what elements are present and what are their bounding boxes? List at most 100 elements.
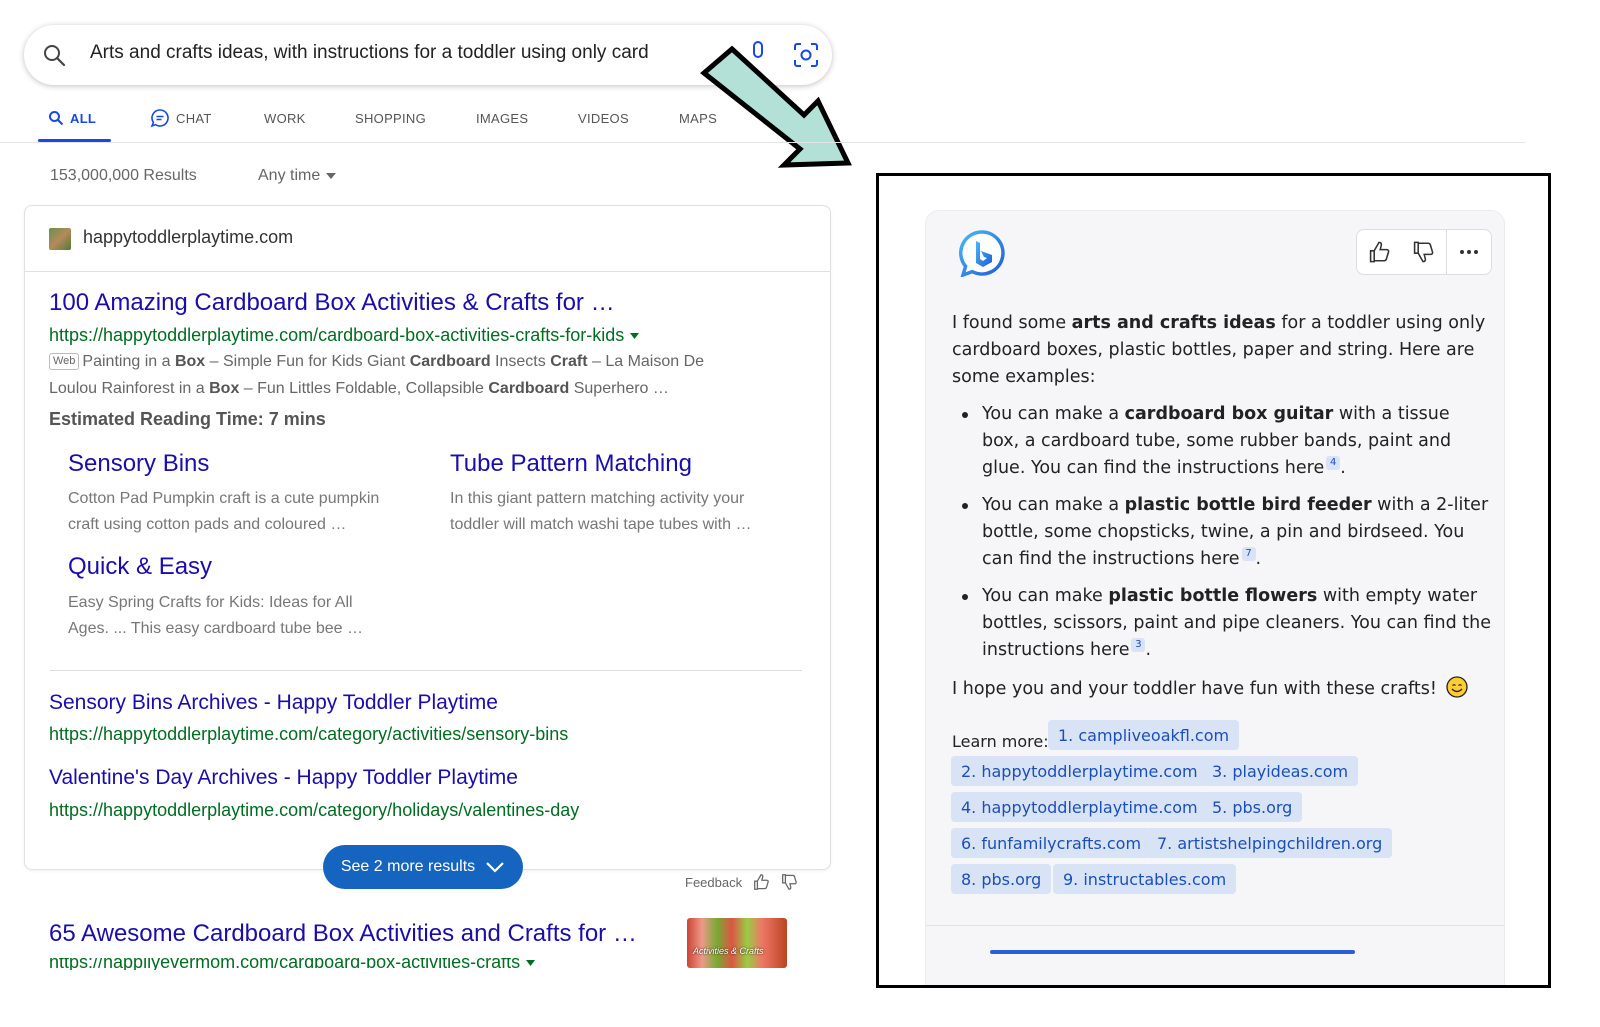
snippet-text: Superhero … xyxy=(569,380,669,397)
chat-text-bold: cardboard box guitar xyxy=(1124,404,1334,424)
deep-link-snippet: Easy Spring Crafts for Kids: Ideas for A… xyxy=(68,590,363,642)
result-url-text: https://happilyevermom.com/cardboard-box… xyxy=(49,958,521,970)
results-count: 153,000,000 Results xyxy=(50,167,197,184)
search-icon xyxy=(49,111,64,126)
snippet-text: Loulou Rainforest in a xyxy=(49,380,210,397)
chat-intro-paragraph: I found some arts and crafts ideas for a… xyxy=(952,310,1492,391)
time-filter-label: Any time xyxy=(258,167,321,184)
tab-label: CHAT xyxy=(176,110,212,126)
chat-outro: I hope you and your toddler have fun wit… xyxy=(952,676,1492,703)
tab-label: WORK xyxy=(264,110,306,126)
deep-link-snippet-line: craft using cotton pads and coloured … xyxy=(68,516,347,533)
citation-badge[interactable]: 7 xyxy=(1241,547,1256,561)
snippet-highlight: Cardboard xyxy=(488,380,570,397)
tab-maps[interactable]: MAPS xyxy=(679,108,717,128)
result-title-link[interactable]: 100 Amazing Cardboard Box Activities & C… xyxy=(49,289,615,317)
search-input[interactable]: Arts and crafts ideas, with instructions… xyxy=(90,42,690,64)
source-link[interactable]: 8. pbs.org xyxy=(951,864,1052,894)
result-title-link[interactable]: 65 Awesome Cardboard Box Activities and … xyxy=(49,920,637,948)
tab-all[interactable]: ALL xyxy=(48,108,96,128)
source-link[interactable]: 9. instructables.com xyxy=(1053,864,1237,894)
tab-shopping[interactable]: SHOPPING xyxy=(355,108,426,128)
deep-link-snippet: Cotton Pad Pumpkin craft is a cute pumpk… xyxy=(68,486,379,538)
chevron-down-icon xyxy=(486,862,504,873)
snippet-text: Insects xyxy=(490,353,551,370)
chat-suggestion-item: You can make a plastic bottle bird feede… xyxy=(952,492,1492,573)
caret-down-icon xyxy=(326,173,337,179)
tab-label: VIDEOS xyxy=(578,110,629,126)
sub-result-title-link[interactable]: Valentine's Day Archives - Happy Toddler… xyxy=(49,766,518,790)
chat-text-bold: plastic bottle flowers xyxy=(1108,586,1318,606)
tab-chat[interactable]: CHAT xyxy=(150,108,212,128)
source-link[interactable]: 2. happytoddlerplaytime.com xyxy=(951,756,1208,786)
chat-suggestion-list: You can make a cardboard box guitar with… xyxy=(952,401,1492,674)
feedback-label[interactable]: Feedback xyxy=(685,875,742,890)
feedback-bar: Feedback xyxy=(685,873,798,891)
like-button[interactable] xyxy=(1357,230,1401,274)
time-filter-dropdown[interactable]: Any time xyxy=(258,167,337,185)
thumbs-down-icon xyxy=(1414,241,1434,263)
site-name[interactable]: happytoddlerplaytime.com xyxy=(83,227,293,248)
see-more-results-button[interactable]: See 2 more results xyxy=(323,845,523,889)
source-link[interactable]: 4. happytoddlerplaytime.com xyxy=(951,792,1208,822)
citation-badge[interactable]: 4 xyxy=(1326,456,1341,470)
tab-work[interactable]: WORK xyxy=(264,108,306,128)
sub-result-url[interactable]: https://happytoddlerplaytime.com/categor… xyxy=(49,724,568,745)
snippet-text: – Simple Fun for Kids Giant xyxy=(205,353,410,370)
thumbs-down-icon[interactable] xyxy=(780,873,798,891)
deep-link-snippet-line: Easy Spring Crafts for Kids: Ideas for A… xyxy=(68,594,353,611)
caret-down-icon xyxy=(526,959,536,966)
dislike-button[interactable] xyxy=(1401,230,1445,274)
chat-text: You can make xyxy=(982,586,1109,606)
deep-link-snippet: In this giant pattern matching activity … xyxy=(450,486,751,538)
deep-link-snippet-line: toddler will match washi tape tubes with… xyxy=(450,516,752,533)
snippet-text: Painting in a xyxy=(82,353,175,370)
result-url[interactable]: https://happytoddlerplaytime.com/cardboa… xyxy=(49,325,640,346)
caret-down-icon[interactable] xyxy=(630,332,640,339)
thumbs-up-icon[interactable] xyxy=(752,873,770,891)
pointer-arrow xyxy=(700,45,852,168)
result-url-text: https://happytoddlerplaytime.com/cardboa… xyxy=(49,325,625,345)
chat-panel-highlight: I found some arts and crafts ideas for a… xyxy=(876,173,1551,988)
sub-result-url[interactable]: https://happytoddlerplaytime.com/categor… xyxy=(49,800,579,821)
sub-result-title-link[interactable]: Sensory Bins Archives - Happy Toddler Pl… xyxy=(49,691,498,715)
thumbs-up-icon xyxy=(1369,241,1390,263)
result-url[interactable]: https://happilyevermom.com/cardboard-box… xyxy=(49,958,536,970)
snippet-highlight: Box xyxy=(174,353,206,370)
result-snippet: Web Painting in a Box – Simple Fun for Ki… xyxy=(49,348,809,402)
tab-divider xyxy=(0,142,1525,143)
result-card-header: happytoddlerplaytime.com xyxy=(25,206,830,272)
snippet-highlight: Box xyxy=(209,380,240,397)
learn-more-label: Learn more: xyxy=(952,732,1049,751)
more-options-button[interactable] xyxy=(1447,230,1491,274)
tab-videos[interactable]: VIDEOS xyxy=(578,108,629,128)
chat-text: I found some xyxy=(952,313,1072,333)
source-link[interactable]: 1. campliveoakfl.com xyxy=(1048,720,1240,750)
deep-link-tube-pattern-matching[interactable]: Tube Pattern Matching xyxy=(450,450,692,478)
more-icon xyxy=(1459,250,1478,254)
reading-time: Estimated Reading Time: 7 mins xyxy=(49,409,326,429)
tab-images[interactable]: IMAGES xyxy=(476,108,528,128)
chat-text: You can make a xyxy=(982,404,1125,424)
snippet-highlight: Craft xyxy=(550,353,588,370)
chat-input-edge xyxy=(990,950,1355,954)
deep-link-sensory-bins[interactable]: Sensory Bins xyxy=(68,450,209,478)
source-link[interactable]: 6. funfamilycrafts.com xyxy=(951,828,1152,858)
search-icon[interactable] xyxy=(42,43,66,67)
deep-link-quick-easy[interactable]: Quick & Easy xyxy=(68,553,212,581)
tab-label: MAPS xyxy=(679,110,718,126)
reaction-bar xyxy=(1356,229,1492,275)
smile-emoji-icon xyxy=(1446,676,1469,698)
tab-label: ALL xyxy=(70,110,97,126)
result-thumbnail[interactable]: Activities & Crafts xyxy=(687,918,787,968)
chat-card-divider xyxy=(926,925,1504,926)
site-favicon xyxy=(49,228,71,250)
snippet-text: – Fun Littles Foldable, Collapsible xyxy=(239,380,489,397)
source-link[interactable]: 3. playideas.com xyxy=(1202,756,1359,786)
source-link[interactable]: 7. artistshelpingchildren.org xyxy=(1147,828,1393,858)
result-url-clip: https://happilyevermom.com/cardboard-box… xyxy=(0,958,660,970)
source-link[interactable]: 5. pbs.org xyxy=(1202,792,1303,822)
citation-badge[interactable]: 3 xyxy=(1131,638,1146,652)
card-divider xyxy=(50,670,802,671)
deep-link-snippet-line: Cotton Pad Pumpkin craft is a cute pumpk… xyxy=(68,490,380,507)
